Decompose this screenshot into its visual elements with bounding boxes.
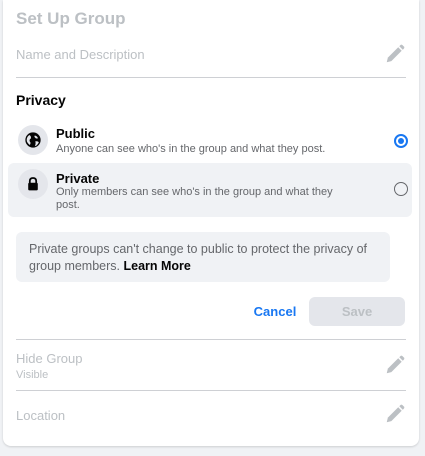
save-button[interactable]: Save <box>309 297 405 326</box>
private-option-description: Only members can see who's in the group … <box>56 186 333 211</box>
hide-group-field[interactable]: Hide Group Visible <box>16 351 406 383</box>
divider <box>16 390 406 391</box>
location-label: Location <box>16 408 66 423</box>
name-description-label: Name and Description <box>16 47 145 62</box>
globe-icon <box>18 125 48 155</box>
private-option-title: Private <box>56 171 100 186</box>
privacy-notice-text: Private groups can't change to public to… <box>29 242 367 273</box>
setup-group-card: Set Up Group Name and Description Privac… <box>3 0 419 446</box>
hide-group-label: Hide Group <box>16 351 83 366</box>
public-option-title: Public <box>56 126 96 141</box>
name-description-field[interactable]: Name and Description <box>16 44 406 69</box>
privacy-option-private[interactable]: Private Only members can see who's in th… <box>8 163 412 217</box>
lock-icon <box>18 169 48 199</box>
privacy-option-public[interactable]: Public Anyone can see who's in the group… <box>8 117 412 167</box>
learn-more-link[interactable]: Learn More <box>124 259 191 273</box>
hide-group-value: Visible <box>16 369 49 381</box>
pencil-icon[interactable] <box>384 403 406 425</box>
pencil-icon[interactable] <box>384 43 406 65</box>
divider <box>16 339 406 340</box>
privacy-notice: Private groups can't change to public to… <box>16 232 390 282</box>
privacy-section-title: Privacy <box>16 92 66 108</box>
public-radio[interactable] <box>394 134 408 148</box>
page-title: Set Up Group <box>16 9 126 28</box>
public-option-description: Anyone can see who's in the group and wh… <box>56 143 326 155</box>
divider <box>16 77 406 78</box>
cancel-button[interactable]: Cancel <box>245 297 305 325</box>
location-field[interactable]: Location <box>16 404 406 430</box>
pencil-icon[interactable] <box>384 354 406 376</box>
private-radio[interactable] <box>394 182 408 196</box>
